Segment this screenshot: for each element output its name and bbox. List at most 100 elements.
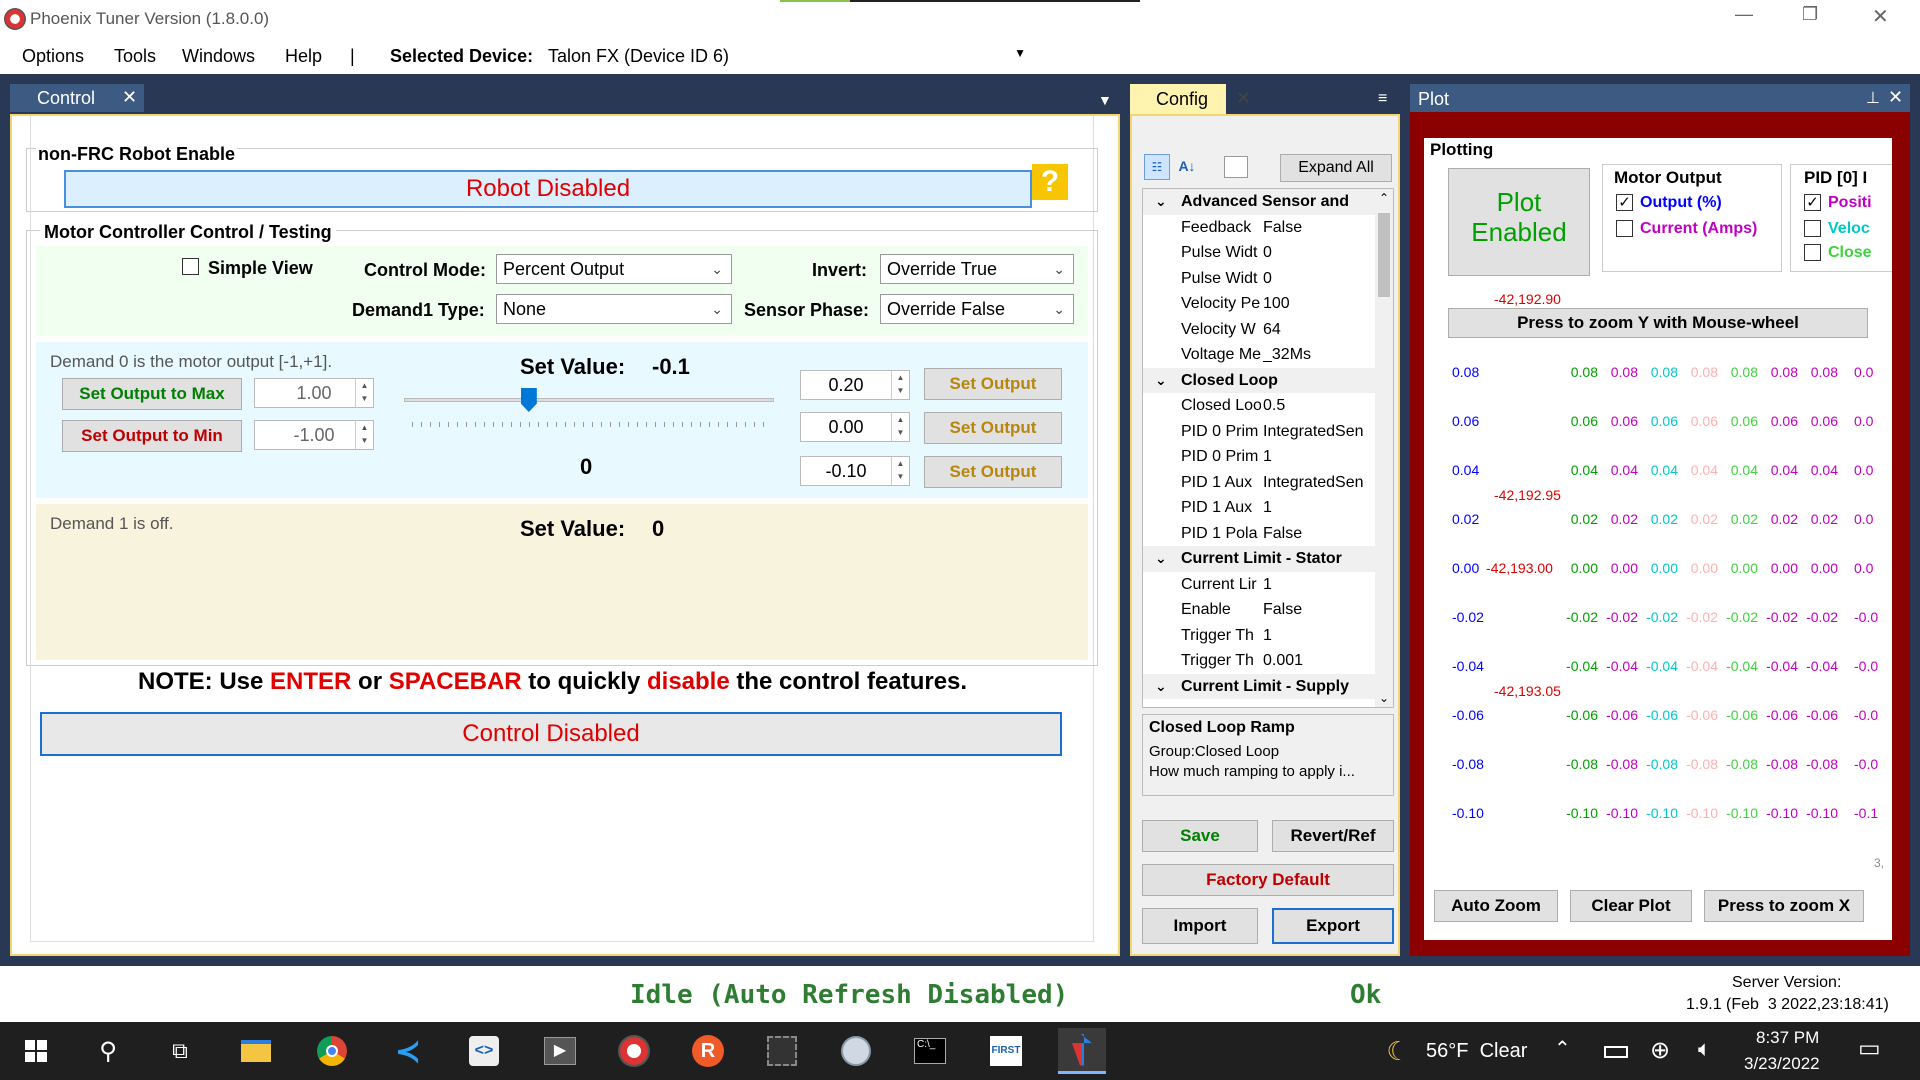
property-value[interactable]: False (1263, 215, 1388, 240)
chevron-down-icon[interactable]: ⌄ (1155, 674, 1167, 699)
close-button[interactable]: ✕ (1872, 4, 1889, 29)
vscode-icon[interactable]: ≺ (384, 1028, 432, 1074)
output-slider[interactable] (404, 386, 774, 446)
file-explorer-icon[interactable] (232, 1028, 280, 1074)
restore-button[interactable]: ❐ (1802, 4, 1818, 25)
property-value[interactable]: IntegratedSen (1263, 419, 1388, 444)
factory-default-button[interactable]: Factory Default (1142, 864, 1394, 896)
chevron-down-icon[interactable]: ⌄ (1155, 368, 1167, 393)
property-value[interactable]: 100 (1263, 291, 1388, 316)
settings-app-icon[interactable] (832, 1028, 880, 1074)
control-enable-button[interactable]: Control Disabled (40, 712, 1062, 756)
close-icon[interactable]: ✕ (1888, 87, 1903, 108)
task-view-icon[interactable]: ⧉ (156, 1028, 204, 1074)
property-row[interactable]: Feedback False (1143, 215, 1377, 241)
property-row[interactable]: PID 1 Aux 1 (1143, 495, 1377, 521)
property-row[interactable]: Trigger Th 0.001 (1143, 648, 1377, 674)
property-value[interactable]: 1 (1263, 623, 1388, 648)
battery-icon[interactable] (1604, 1046, 1628, 1058)
spinner-arrows-icon[interactable]: ▲ ▼ (355, 379, 373, 407)
property-value[interactable]: 0 (1263, 240, 1388, 265)
property-row[interactable]: Velocity Pe 100 (1143, 291, 1377, 317)
export-button[interactable]: Export (1272, 908, 1394, 944)
panel-menu-icon[interactable]: ▼ (1098, 92, 1112, 108)
preset-input-3[interactable]: -0.10 ▲ ▼ (800, 456, 910, 486)
property-row[interactable]: PID 1 Pola False (1143, 521, 1377, 547)
windows-start-icon[interactable] (12, 1028, 60, 1074)
property-value[interactable]: False (1263, 521, 1388, 546)
driver-station-icon[interactable]: FIRST (982, 1028, 1030, 1074)
current-amps-checkbox[interactable] (1616, 220, 1633, 237)
config-menu-icon[interactable]: ≡ (1378, 90, 1387, 108)
chevron-down-icon[interactable]: ⌄ (1155, 546, 1167, 571)
notification-icon[interactable]: ▭ (1858, 1034, 1881, 1063)
slider-thumb[interactable] (520, 388, 537, 412)
control-mode-select[interactable]: Percent Output ⌄ (496, 254, 732, 284)
property-pages-icon[interactable] (1224, 156, 1248, 178)
simple-view-checkbox[interactable] (182, 258, 199, 275)
property-category[interactable]: ⌄ Closed Loop (1143, 367, 1377, 393)
min-value-input[interactable]: -1.00 ▲ ▼ (254, 420, 374, 450)
set-output-button-1[interactable]: Set Output (924, 368, 1062, 400)
property-value[interactable]: 1 (1263, 495, 1388, 520)
property-category[interactable]: ⌄ Current Limit - Stator (1143, 546, 1377, 572)
clock-time[interactable]: 8:37 PM (1756, 1028, 1819, 1048)
spinner-arrows-icon[interactable]: ▲ ▼ (355, 421, 373, 449)
invert-select[interactable]: Override True ⌄ (880, 254, 1074, 284)
close-icon[interactable]: ✕ (122, 87, 137, 108)
property-row[interactable]: Velocity W 64 (1143, 317, 1377, 343)
zoom-y-button[interactable]: Press to zoom Y with Mouse-wheel (1448, 308, 1868, 338)
property-row[interactable]: Pulse Widt 0 (1143, 266, 1377, 292)
network-icon[interactable]: ⊕ (1650, 1036, 1670, 1065)
terminal-icon[interactable]: C:\_ (906, 1028, 954, 1074)
property-row[interactable]: Enable False (1143, 597, 1377, 623)
search-icon[interactable]: ⚲ (84, 1028, 132, 1074)
phoenix-app-icon[interactable] (610, 1028, 658, 1074)
property-row[interactable]: Current Lir 1 (1143, 572, 1377, 598)
clear-plot-button[interactable]: Clear Plot (1570, 890, 1692, 922)
property-value[interactable]: 64 (1263, 317, 1388, 342)
plot-area[interactable]: -42,192.90 -42,192.95 -42,193.05 0.08 0.08 0.… (1424, 291, 1892, 868)
menu-windows[interactable]: Windows (182, 46, 255, 67)
device-select[interactable]: Talon FX (Device ID 6) ▼ (540, 40, 1030, 70)
property-row[interactable]: PID 0 Prim 1 (1143, 444, 1377, 470)
set-output-max-button[interactable]: Set Output to Max (62, 378, 242, 410)
sensor-phase-select[interactable]: Override False ⌄ (880, 294, 1074, 324)
property-grid[interactable]: ⌄ Advanced Sensor and Feedback False Pulse W… (1142, 188, 1394, 708)
zoom-x-button[interactable]: Press to zoom X (1704, 890, 1864, 922)
scroll-up-icon[interactable]: ⌃ (1375, 191, 1393, 205)
max-value-input[interactable]: 1.00 ▲ ▼ (254, 378, 374, 408)
categorized-icon[interactable]: ☷ (1144, 154, 1170, 180)
property-value[interactable]: False (1263, 597, 1388, 622)
close-icon[interactable]: ✕ (1236, 88, 1251, 109)
menu-help[interactable]: Help (285, 46, 322, 67)
plot-enabled-button[interactable]: Plot Enabled (1448, 168, 1590, 276)
property-value[interactable]: 1 (1263, 444, 1388, 469)
pid-position-checkbox[interactable]: ✓ (1804, 194, 1821, 211)
save-button[interactable]: Save (1142, 820, 1258, 852)
set-output-button-3[interactable]: Set Output (924, 456, 1062, 488)
property-value[interactable]: 0.001 (1263, 648, 1388, 673)
property-row[interactable]: Trigger Th 1 (1143, 623, 1377, 649)
property-value[interactable]: IntegratedSen (1263, 470, 1388, 495)
config-tab[interactable]: Config ✕ (1130, 84, 1251, 114)
tuner-active-icon[interactable] (1058, 1028, 1106, 1074)
code-editor-icon[interactable]: <> (460, 1028, 508, 1074)
chevron-down-icon[interactable]: ⌄ (1155, 189, 1167, 214)
spinner-arrows-icon[interactable]: ▲ ▼ (891, 413, 909, 441)
spinner-arrows-icon[interactable]: ▲ ▼ (891, 457, 909, 485)
output-pct-checkbox[interactable]: ✓ (1616, 194, 1633, 211)
preset-input-2[interactable]: 0.00 ▲ ▼ (800, 412, 910, 442)
property-value[interactable]: 0 (1263, 266, 1388, 291)
property-row[interactable]: Pulse Widt 0 (1143, 240, 1377, 266)
circuit-app-icon[interactable] (758, 1028, 806, 1074)
control-tab[interactable]: Control ✕ (10, 84, 144, 112)
scrollbar[interactable]: ⌃ ⌄ (1375, 189, 1393, 707)
demand1-type-select[interactable]: None ⌄ (496, 294, 732, 324)
menu-tools[interactable]: Tools (114, 46, 156, 67)
spinner-arrows-icon[interactable]: ▲ ▼ (891, 371, 909, 399)
property-category[interactable]: ⌄ Advanced Sensor and (1143, 189, 1377, 215)
property-value[interactable]: 1 (1263, 572, 1388, 597)
auto-zoom-button[interactable]: Auto Zoom (1434, 890, 1558, 922)
clock-date[interactable]: 3/23/2022 (1744, 1054, 1820, 1074)
